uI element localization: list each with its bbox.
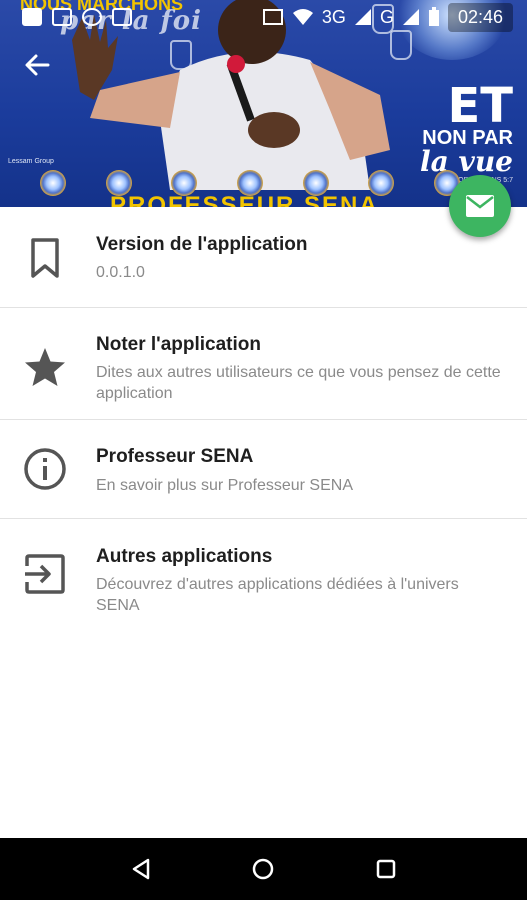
status-time: 02:46 <box>447 2 513 32</box>
star-icon <box>22 344 68 390</box>
info-icon <box>22 446 68 492</box>
list-item-app-version[interactable]: Version de l'application 0.0.1.0 <box>0 207 527 308</box>
mail-icon <box>466 195 494 217</box>
battery-icon <box>428 7 439 26</box>
nav-home-icon <box>253 858 274 880</box>
item-title: Noter l'application <box>96 334 261 355</box>
item-title: Autres applications <box>96 546 273 567</box>
item-subtitle: Dites aux autres utilisateurs ce que vou… <box>96 364 501 402</box>
notification-icon <box>112 8 132 26</box>
status-bar: 3G G 02:46 <box>0 0 527 34</box>
list-item-other-apps[interactable]: Autres applications Découvrez d'autres a… <box>0 519 527 629</box>
wifi-icon <box>292 9 313 25</box>
notification-icon <box>22 8 42 26</box>
signal-icon <box>354 9 371 25</box>
bookmark-icon <box>22 235 68 281</box>
nav-home-button[interactable] <box>243 849 283 889</box>
cast-icon <box>262 9 283 25</box>
nav-recents-icon <box>376 859 396 879</box>
nav-back-icon <box>132 858 150 880</box>
list-item-professeur-sena[interactable]: Professeur SENA En savoir plus sur Profe… <box>0 420 527 519</box>
banner-bottom-name: PROFESSEUR SENA <box>110 192 379 207</box>
banner-logo: Lessam Group <box>8 158 54 165</box>
carrier-network: G <box>379 6 394 27</box>
back-button[interactable] <box>22 50 52 80</box>
notification-icon <box>52 8 72 26</box>
signal-icon <box>402 9 419 25</box>
item-title: Version de l'application <box>96 234 308 255</box>
system-nav-bar <box>0 838 527 900</box>
exit-to-app-icon <box>22 551 68 597</box>
nav-back-button[interactable] <box>121 849 161 889</box>
whatsapp-icon <box>82 8 102 26</box>
item-subtitle: Découvrez d'autres applications dédiées … <box>96 576 459 614</box>
arrow-back-icon <box>25 54 50 76</box>
item-subtitle: 0.0.1.0 <box>96 264 145 281</box>
settings-list: Version de l'application 0.0.1.0 Noter l… <box>0 207 527 629</box>
nav-recents-button[interactable] <box>366 849 406 889</box>
item-subtitle: En savoir plus sur Professeur SENA <box>96 477 353 494</box>
contact-mail-button[interactable] <box>449 175 511 237</box>
list-item-rate-app[interactable]: Noter l'application Dites aux autres uti… <box>0 308 527 420</box>
network-type: 3G <box>321 6 346 27</box>
item-title: Professeur SENA <box>96 446 254 467</box>
